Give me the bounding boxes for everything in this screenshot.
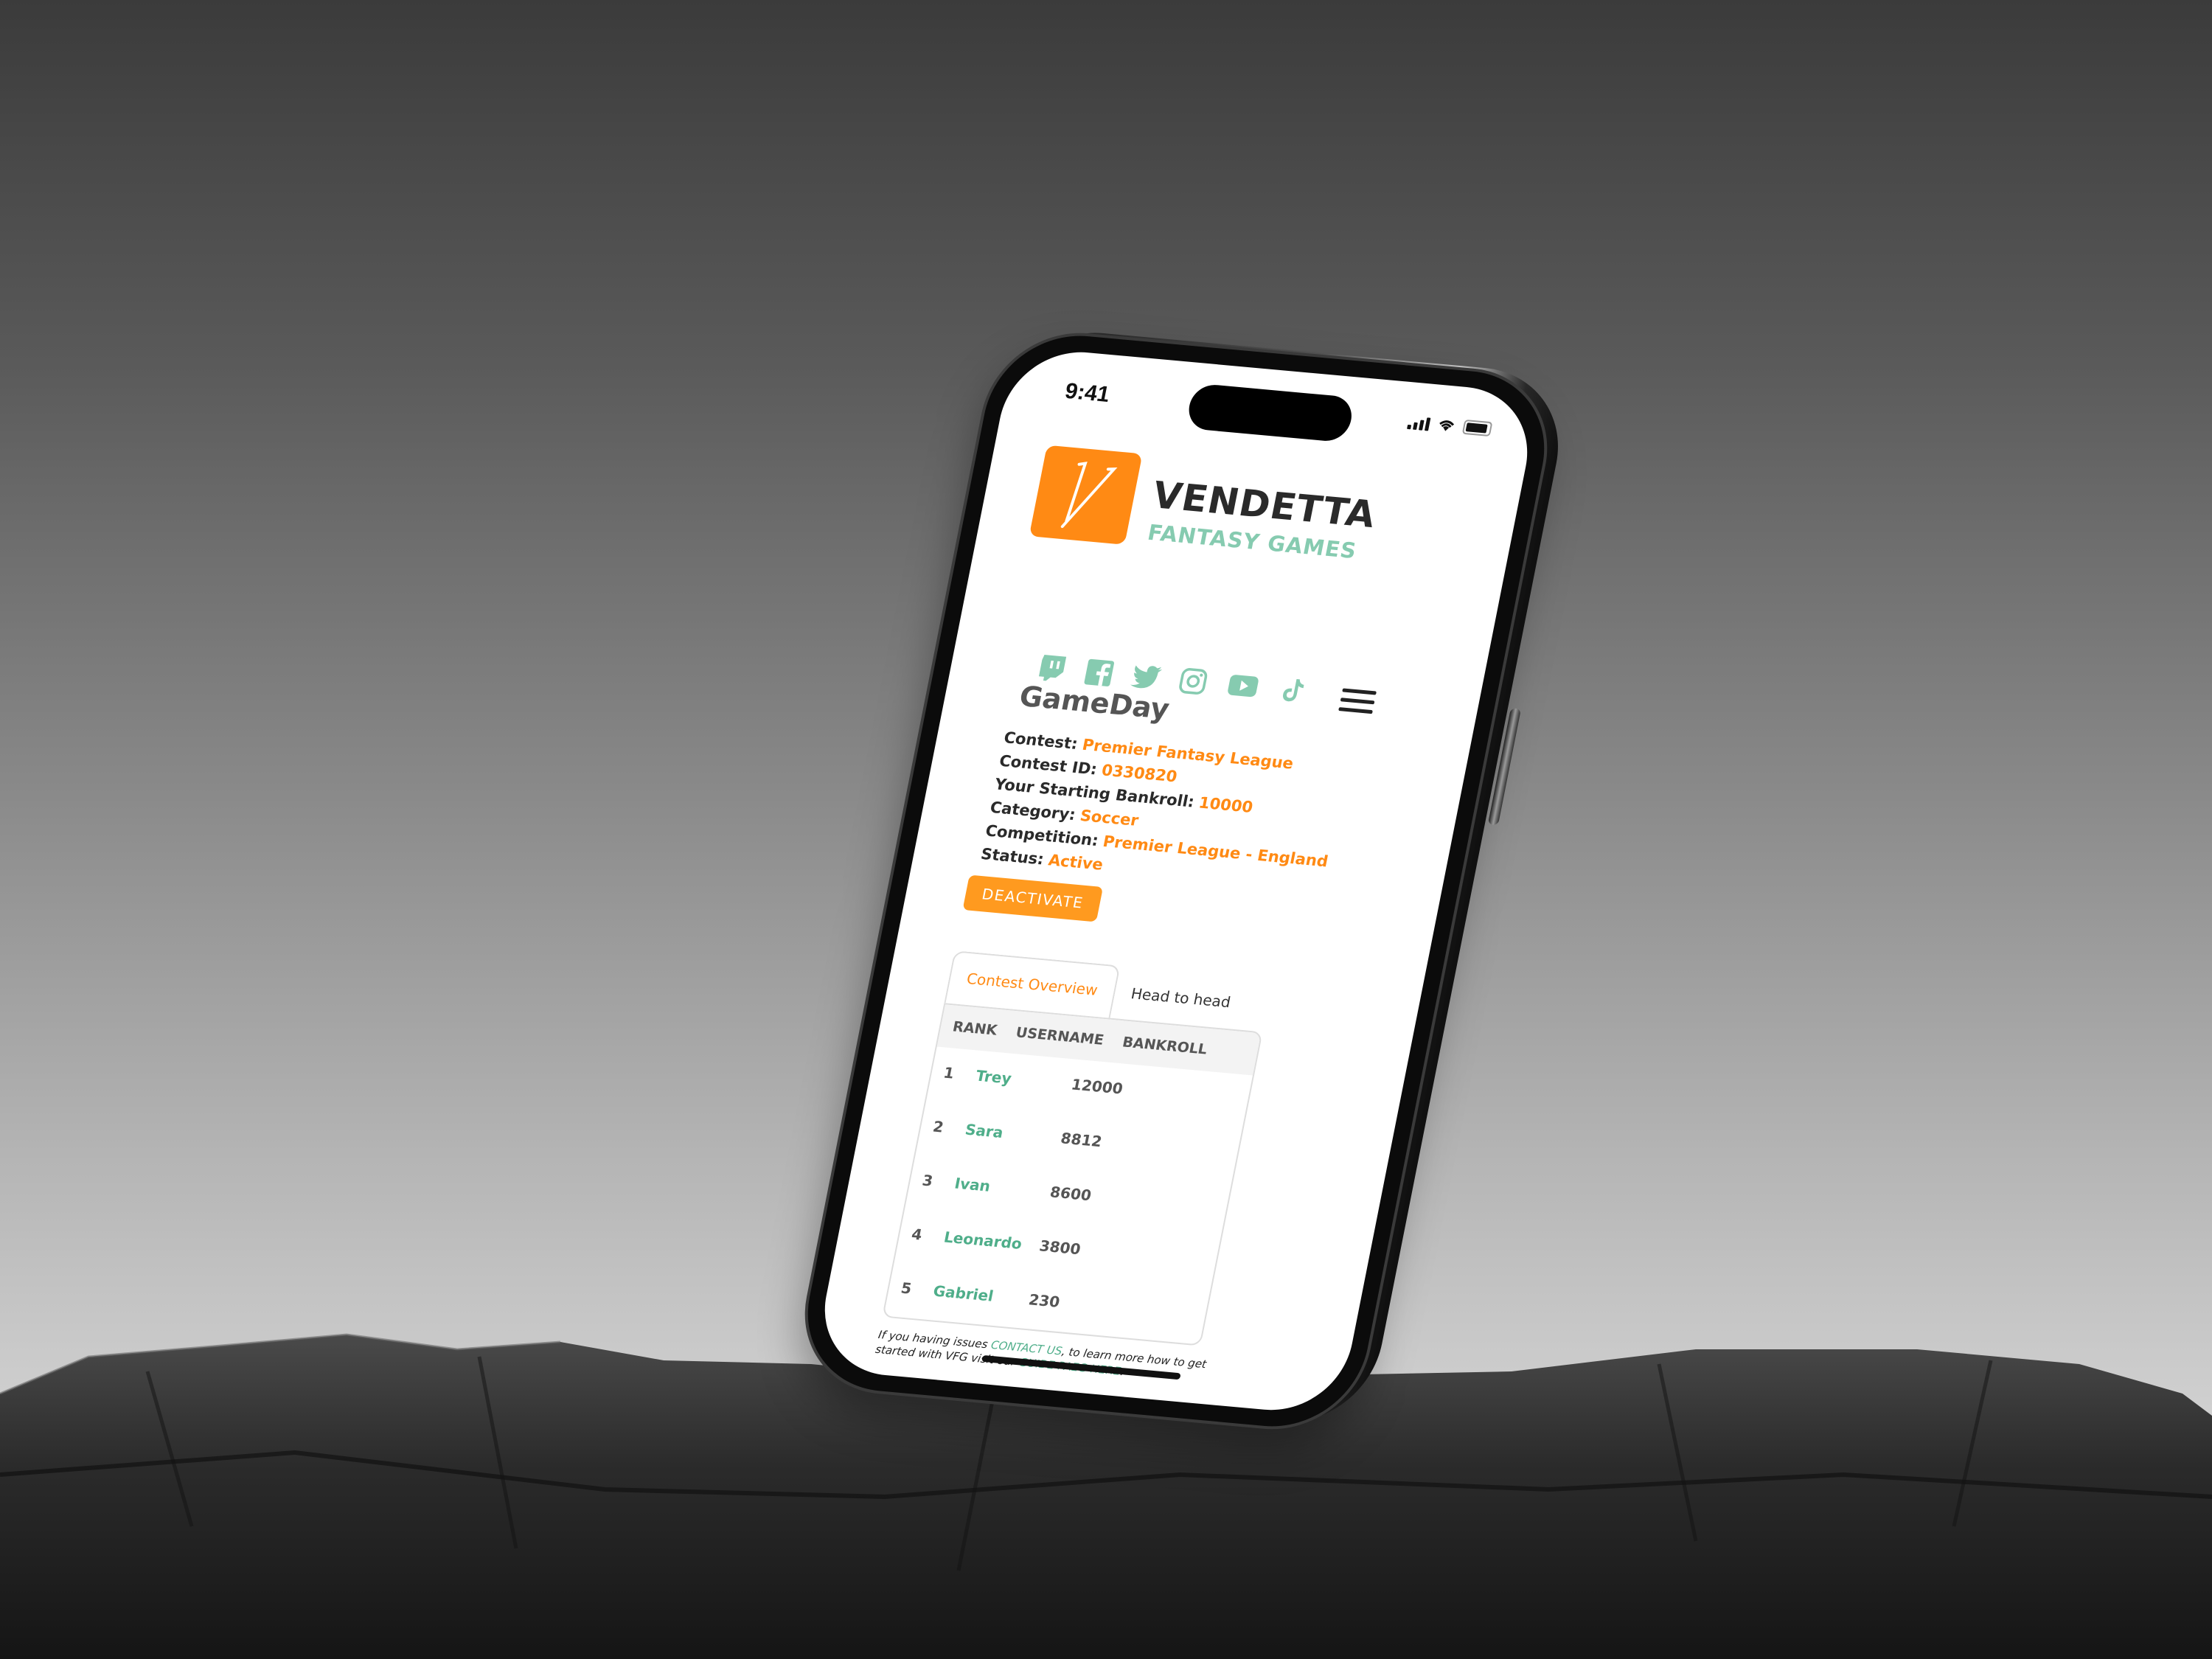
status-badge: Active [1046, 851, 1105, 874]
info-label: Category: [988, 798, 1077, 824]
dynamic-island [1185, 383, 1356, 443]
battery-icon [1461, 419, 1493, 437]
rank-cell: 5 [899, 1279, 914, 1298]
info-value: 10000 [1197, 793, 1255, 816]
main-content: GameDay Contest: Premier Fantasy League … [874, 678, 1434, 1395]
username-link[interactable]: Gabriel [932, 1282, 1031, 1308]
bankroll-cell: 12000 [1069, 1075, 1124, 1098]
bankroll-cell: 8812 [1059, 1129, 1104, 1151]
rank-cell: 3 [920, 1171, 935, 1190]
info-label: Contest: [1002, 728, 1079, 753]
signal-icon [1407, 414, 1431, 431]
status-icons [1407, 414, 1493, 437]
bankroll-cell: 230 [1027, 1290, 1062, 1311]
twitter-icon[interactable] [1127, 661, 1164, 694]
leaderboard-table: RANK USERNAME BANKROLL 1 Trey 12000 2 Sa… [882, 1003, 1263, 1346]
facebook-icon[interactable] [1081, 656, 1118, 689]
instagram-icon[interactable] [1175, 664, 1211, 698]
column-header-bankroll[interactable]: BANKROLL [1121, 1034, 1208, 1057]
phone-screen: 9:41 VENDETTA FANTASY GAMES GameDay Cont… [812, 346, 1540, 1416]
bankroll-cell: 3800 [1037, 1237, 1082, 1259]
column-header-rank[interactable]: RANK [951, 1019, 998, 1039]
info-value: 0330820 [1099, 761, 1179, 786]
twitch-icon[interactable] [1034, 652, 1071, 685]
phone-mockup: 9:41 VENDETTA FANTASY GAMES GameDay Cont… [792, 325, 1574, 1434]
info-label: Contest ID: [998, 751, 1099, 779]
deactivate-button[interactable]: DEACTIVATE [962, 874, 1103, 922]
info-label: Status: [979, 845, 1046, 869]
username-link[interactable]: Trey [974, 1067, 1073, 1093]
info-label: Competition: [984, 821, 1100, 850]
phone-body: 9:41 VENDETTA FANTASY GAMES GameDay Cont… [792, 328, 1560, 1434]
username-link[interactable]: Ivan [953, 1175, 1052, 1200]
username-link[interactable]: Sara [964, 1121, 1062, 1147]
tiktok-icon[interactable] [1275, 674, 1312, 707]
column-header-username[interactable]: USERNAME [1015, 1024, 1105, 1048]
logo-v-icon [1060, 462, 1118, 529]
youtube-icon[interactable] [1222, 669, 1265, 703]
rank-cell: 1 [942, 1063, 956, 1082]
info-value: Soccer [1078, 807, 1141, 830]
wifi-icon [1439, 420, 1455, 431]
username-link[interactable]: Leonardo [942, 1228, 1041, 1254]
brand-logo[interactable] [1029, 445, 1143, 545]
rank-cell: 4 [910, 1225, 924, 1244]
rank-cell: 2 [931, 1117, 945, 1136]
status-time: 9:41 [1062, 378, 1112, 407]
bankroll-cell: 8600 [1048, 1183, 1093, 1205]
